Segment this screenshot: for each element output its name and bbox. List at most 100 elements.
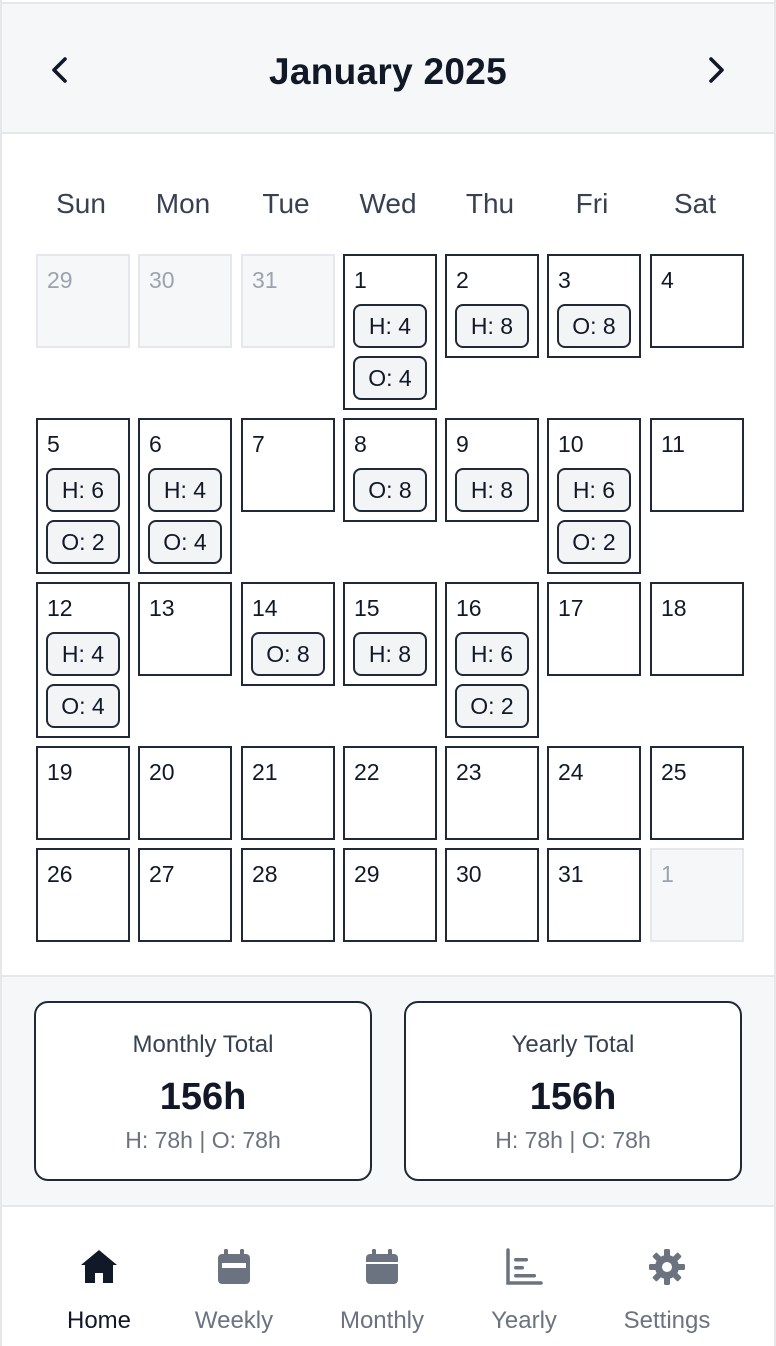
hours-badge-o: O: 2 [557,520,631,564]
day-number: 31 [252,267,278,293]
weekday-label: Fri [575,188,609,219]
day-number: 6 [149,431,162,457]
calendar-day-cell[interactable]: 18 [650,582,744,676]
day-number: 23 [456,759,482,785]
month-title: January 2025 [268,51,508,92]
tab-settings[interactable]: Settings [597,1246,737,1336]
totals-section: Monthly Total 156h H: 78h | O: 78h Yearl… [2,975,774,1207]
hours-badge-o: O: 4 [353,356,427,400]
home-icon [81,1250,117,1283]
hours-badge-h: H: 4 [46,632,120,676]
day-number: 18 [661,595,687,621]
next-month-button[interactable] [694,48,738,92]
day-number: 5 [47,431,60,457]
day-number: 22 [354,759,380,785]
calendar-day-cell[interactable]: 8 O: 8 [343,418,437,522]
chart-bar-icon [506,1248,543,1285]
calendar-day-cell[interactable]: 2 H: 8 [445,254,539,358]
weekday-label: Sun [56,188,106,219]
day-number: 8 [354,431,367,457]
hours-badge-h: H: 6 [46,468,120,512]
weekday-label: Thu [465,188,515,219]
calendar-day-cell[interactable]: 4 [650,254,744,348]
day-number: 14 [252,595,278,621]
day-number: 21 [252,759,278,785]
day-number: 27 [149,861,175,887]
calendar-day-cell[interactable]: 13 [138,582,232,676]
calendar-day-cell[interactable]: 1 [650,848,744,942]
day-number: 29 [354,861,380,887]
day-number: 17 [558,595,584,621]
hours-badge-h: H: 4 [148,468,222,512]
weekday-header-row: Sun Mon Tue Wed Thu Fri Sat [34,184,746,224]
hours-badge-o: O: 8 [251,632,325,676]
hours-badge-o: O: 2 [455,684,529,728]
calendar-day-cell[interactable]: 5 H: 6 O: 2 [36,418,130,574]
calendar-day-cell[interactable]: 15 H: 8 [343,582,437,686]
day-number: 1 [661,861,674,887]
day-number: 15 [354,595,380,621]
day-number: 25 [661,759,687,785]
calendar-day-cell[interactable]: 22 [343,746,437,840]
day-number: 29 [47,267,73,293]
calendar-day-cell[interactable]: 31 [241,254,335,348]
chevron-right-icon [709,57,724,83]
monthly-total-breakdown: H: 78h | O: 78h [125,1127,281,1153]
app-root: January 2025 Sun Mon Tue Wed Thu Fri Sat… [0,0,776,1346]
calendar-day-cell[interactable]: 1 H: 4 O: 4 [343,254,437,410]
calendar-day-cell[interactable]: 6 H: 4 O: 4 [138,418,232,574]
tab-yearly-label: Yearly [491,1307,557,1334]
day-number: 3 [558,267,571,293]
calendar-day-cell[interactable]: 27 [138,848,232,942]
monthly-total-value: 156h [159,1076,247,1118]
day-number: 7 [252,431,265,457]
tab-monthly[interactable]: Monthly [312,1246,452,1336]
calendar-day-cell[interactable]: 7 [241,418,335,512]
yearly-total-breakdown: H: 78h | O: 78h [495,1127,651,1153]
tab-home-label: Home [66,1307,132,1334]
hours-badge-h: H: 8 [455,304,529,348]
calendar-day-cell[interactable]: 28 [241,848,335,942]
calendar-day-cell[interactable]: 30 [445,848,539,942]
calendar-day-cell[interactable]: 12 H: 4 O: 4 [36,582,130,738]
day-number: 19 [47,759,73,785]
day-number: 31 [558,861,584,887]
tab-settings-label: Settings [623,1307,711,1334]
calendar-day-cell[interactable]: 11 [650,418,744,512]
calendar-day-cell[interactable]: 3 O: 8 [547,254,641,358]
day-number: 2 [456,267,469,293]
tab-monthly-label: Monthly [339,1307,425,1334]
calendar-day-cell[interactable]: 26 [36,848,130,942]
yearly-total-value: 156h [529,1076,617,1118]
yearly-total-title: Yearly Total [511,1031,635,1058]
calendar-day-cell[interactable]: 17 [547,582,641,676]
calendar-day-cell[interactable]: 16 H: 6 O: 2 [445,582,539,738]
day-number: 11 [661,431,685,457]
calendar-day-cell[interactable]: 23 [445,746,539,840]
day-number: 9 [456,431,469,457]
hours-badge-h: H: 8 [455,468,529,512]
calendar-day-cell[interactable]: 19 [36,746,130,840]
calendar-day-cell[interactable]: 31 [547,848,641,942]
calendar-day-cell[interactable]: 29 [36,254,130,348]
calendar-day-cell[interactable]: 20 [138,746,232,840]
tab-home[interactable]: Home [29,1246,169,1336]
hours-badge-h: H: 6 [455,632,529,676]
calendar-header: January 2025 [2,2,774,134]
gear-icon [649,1249,685,1285]
calendar-day-cell[interactable]: 30 [138,254,232,348]
calendar-day-cell[interactable]: 9 H: 8 [445,418,539,522]
tab-weekly[interactable]: Weekly [164,1246,304,1336]
calendar-day-cell[interactable]: 24 [547,746,641,840]
day-number: 4 [661,267,674,293]
calendar-day-cell[interactable]: 10 H: 6 O: 2 [547,418,641,574]
calendar-day-cell[interactable]: 29 [343,848,437,942]
day-number: 13 [149,595,175,621]
monthly-total-title: Monthly Total [132,1031,274,1058]
tab-yearly[interactable]: Yearly [454,1246,594,1336]
weekday-label: Wed [359,188,417,219]
calendar-day-cell[interactable]: 25 [650,746,744,840]
calendar-day-cell[interactable]: 14 O: 8 [241,582,335,686]
calendar-day-cell[interactable]: 21 [241,746,335,840]
hours-badge-h: H: 6 [557,468,631,512]
